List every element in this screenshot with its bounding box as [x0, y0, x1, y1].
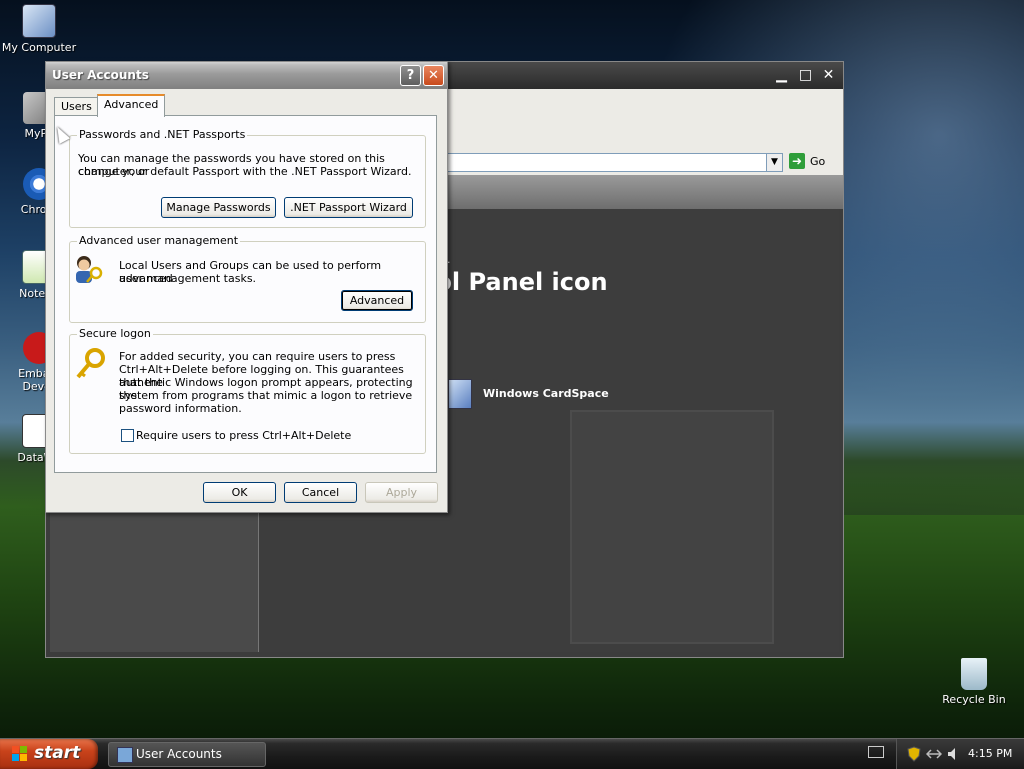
key-icon — [76, 348, 105, 379]
secure-logon-text-5: password information. — [119, 402, 242, 415]
desktop-icon-label: Recycle Bin — [942, 693, 1006, 706]
secure-logon-group-title: Secure logon — [77, 327, 153, 340]
passwords-text-2: change your default Passport with the .N… — [78, 165, 412, 178]
desktop-icon-my-computer[interactable]: My Computer — [0, 4, 78, 54]
minimize-button[interactable]: ▁ — [772, 66, 791, 85]
go-arrow-icon: ➜ — [789, 153, 805, 169]
keyboard-icon[interactable] — [868, 746, 884, 758]
require-ctrl-alt-delete-label[interactable]: Require users to press Ctrl+Alt+Delete — [136, 429, 351, 442]
close-button[interactable]: ✕ — [423, 65, 444, 86]
passwords-group: Passwords and .NET Passports You can man… — [69, 128, 426, 228]
taskbar-item-label: User Accounts — [136, 747, 222, 761]
passport-wizard-button[interactable]: .NET Passport Wizard — [284, 197, 413, 218]
manage-passwords-button[interactable]: Manage Passwords — [161, 197, 276, 218]
clock[interactable]: 4:15 PM — [968, 747, 1012, 760]
advanced-button[interactable]: Advanced — [341, 290, 413, 311]
tab-users[interactable]: Users — [54, 97, 99, 116]
user-accounts-dialog: User Accounts ? ✕ Users Advanced Passwor… — [45, 61, 448, 513]
secure-logon-text-1: For added security, you can require user… — [119, 350, 396, 363]
taskbar-item-user-accounts[interactable]: User Accounts — [108, 742, 266, 767]
dialog-title: User Accounts — [52, 68, 149, 82]
user-management-icon — [76, 256, 103, 283]
desktop-icon-label: My Computer — [1, 41, 77, 54]
passwords-group-title: Passwords and .NET Passports — [77, 128, 248, 141]
cardspace-item[interactable]: Windows CardSpace — [446, 377, 696, 409]
advanced-tab-panel: Passwords and .NET Passports You can man… — [54, 115, 437, 473]
my-computer-icon — [22, 4, 56, 38]
network-icon[interactable] — [926, 748, 942, 760]
system-tray: 4:15 PM — [896, 739, 1024, 769]
ok-button[interactable]: OK — [203, 482, 276, 503]
secure-logon-text-4: system from programs that mimic a logon … — [119, 389, 413, 402]
go-label: Go — [810, 155, 826, 168]
go-button[interactable]: ➜ Go — [789, 152, 829, 172]
apply-button[interactable]: Apply — [365, 482, 438, 503]
windows-flag-icon — [12, 746, 28, 762]
require-ctrl-alt-delete-checkbox[interactable] — [121, 429, 134, 442]
cancel-button[interactable]: Cancel — [284, 482, 357, 503]
desktop-icon-recycle-bin[interactable]: Recycle Bin — [935, 658, 1013, 706]
cardspace-label: Windows CardSpace — [483, 387, 609, 400]
dialog-titlebar[interactable]: User Accounts ? ✕ — [46, 62, 447, 89]
start-button[interactable]: start — [0, 739, 98, 769]
cardspace-icon — [448, 379, 472, 409]
security-shield-icon[interactable] — [907, 746, 921, 762]
user-management-group-title: Advanced user management — [77, 234, 241, 247]
close-icon[interactable]: ✕ — [819, 66, 838, 85]
user-management-group: Advanced user management Local Users and… — [69, 234, 426, 323]
control-panel-watermark — [570, 410, 774, 644]
help-button[interactable]: ? — [400, 65, 421, 86]
tab-advanced[interactable]: Advanced — [97, 94, 166, 117]
recycle-bin-icon — [961, 658, 987, 690]
maximize-button[interactable]: □ — [796, 66, 815, 85]
chevron-down-icon[interactable]: ▼ — [766, 153, 783, 172]
secure-logon-group: Secure logon For added security, you can… — [69, 327, 426, 454]
start-label: start — [34, 743, 81, 763]
volume-icon[interactable] — [947, 747, 961, 761]
user-accounts-task-icon — [117, 747, 133, 763]
user-management-text-2: user management tasks. — [119, 272, 257, 285]
